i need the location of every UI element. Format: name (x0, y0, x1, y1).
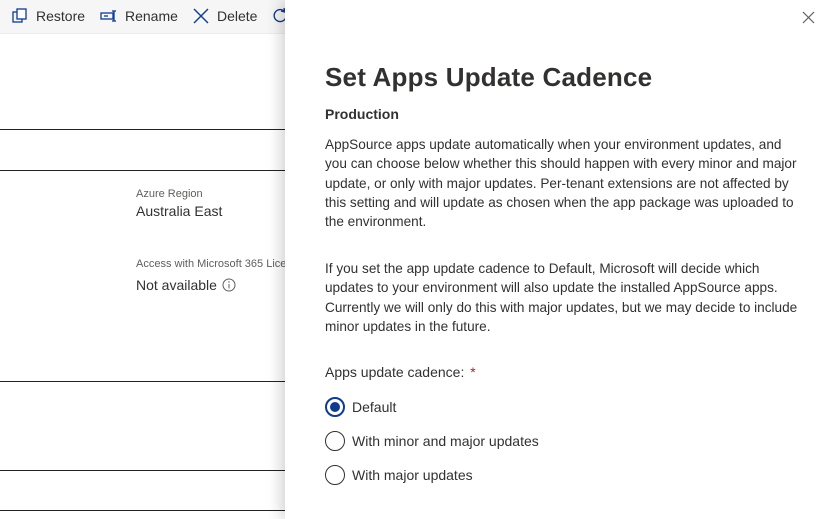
delete-button[interactable]: Delete (192, 0, 257, 32)
info-icon[interactable] (222, 278, 236, 292)
close-button[interactable] (800, 9, 816, 25)
restore-icon (12, 8, 27, 23)
cadence-field-label: Apps update cadence: * (325, 364, 476, 380)
region-label: Azure Region (136, 188, 203, 200)
required-indicator: * (470, 364, 476, 380)
description-paragraph-1: AppSource apps update automatically when… (325, 137, 797, 230)
app-root: Restore Rename Delete Azure Region Austr… (0, 0, 828, 519)
radio-label: With minor and major updates (352, 433, 539, 449)
delete-label: Delete (217, 8, 258, 24)
update-cadence-panel: Set Apps Update Cadence Production AppSo… (285, 0, 828, 519)
radio-option-default[interactable]: Default (325, 396, 396, 418)
access-value-text: Not available (136, 277, 217, 293)
rename-button[interactable]: Rename (100, 0, 178, 32)
divider (0, 170, 288, 171)
radio-option-major[interactable]: With major updates (325, 464, 473, 486)
restore-label: Restore (36, 8, 86, 24)
radio-option-minor-major[interactable]: With minor and major updates (325, 430, 539, 452)
panel-title: Set Apps Update Cadence (325, 62, 653, 92)
cadence-label-text: Apps update cadence: (325, 364, 465, 380)
restore-button[interactable]: Restore (11, 0, 85, 32)
radio-label: Default (352, 399, 397, 415)
radio-button[interactable] (325, 465, 345, 485)
divider (0, 129, 288, 130)
description-paragraph-2: If you set the app update cadence to Def… (325, 261, 798, 334)
delete-icon (193, 8, 209, 24)
divider (0, 381, 288, 382)
access-label: Access with Microsoft 365 Licenses (136, 258, 310, 270)
rename-label: Rename (125, 8, 178, 24)
radio-label: With major updates (352, 467, 473, 483)
access-value: Not available (136, 277, 236, 293)
rename-icon (100, 10, 116, 22)
region-value-text: Australia East (136, 203, 223, 219)
divider (0, 470, 288, 471)
radio-button[interactable] (325, 397, 345, 417)
region-value: Australia East (136, 203, 222, 219)
environment-name: Production (325, 106, 399, 122)
divider (0, 510, 288, 511)
close-icon (802, 11, 815, 24)
radio-button[interactable] (325, 431, 345, 451)
